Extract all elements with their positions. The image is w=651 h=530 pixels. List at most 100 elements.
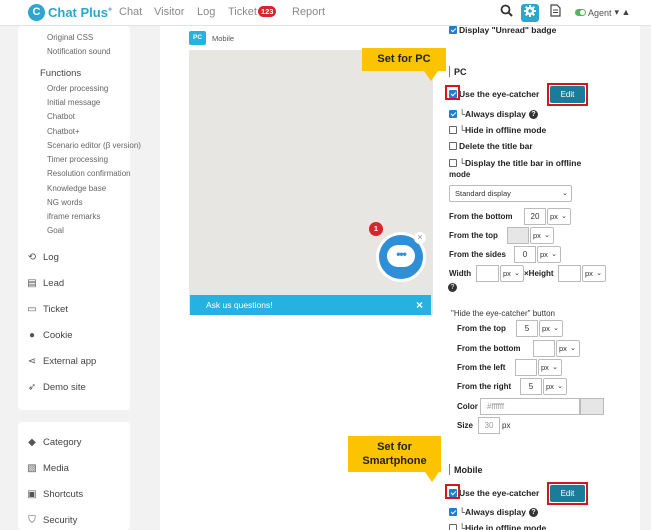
from-bottom-input[interactable]: 20 xyxy=(524,208,546,225)
sidebar-subitem[interactable]: Original CSS xyxy=(47,33,93,42)
sidebar-subitem[interactable]: iframe remarks xyxy=(47,212,100,221)
unit-select[interactable]: px ⌄ xyxy=(537,246,561,263)
color-label: Color xyxy=(457,402,478,411)
document-icon[interactable] xyxy=(546,4,564,22)
sidebar-subitem[interactable]: Resolution confirmation xyxy=(47,169,131,178)
use-eye-catcher-mobile[interactable]: Use the eye-catcher xyxy=(449,488,539,498)
sidebar-subitem[interactable]: Goal xyxy=(47,226,64,235)
height-label: ×Height xyxy=(524,269,554,278)
hide-eye-catcher-icon[interactable]: × xyxy=(414,232,426,244)
hb-from-right-label: From the right xyxy=(457,382,512,391)
unit-select[interactable]: px ⌄ xyxy=(582,265,606,282)
chat-bubble-icon: ••• xyxy=(387,245,415,267)
display-title-bar-option-cont: mode xyxy=(449,170,471,179)
hb-from-bottom-input[interactable] xyxy=(533,340,555,357)
callout-set-for-pc: Set for PC xyxy=(362,48,446,81)
highlight-checkbox-mobile xyxy=(445,484,460,499)
unit-select[interactable]: px ⌄ xyxy=(556,340,580,357)
nav-chat[interactable]: Chat xyxy=(119,6,142,18)
chevron-down-icon: ⌄ xyxy=(562,190,568,197)
highlight-edit-pc xyxy=(547,83,588,106)
height-input[interactable] xyxy=(558,265,581,282)
chat-plus-logo[interactable]: C Chat Plus+ xyxy=(28,4,112,21)
always-display-mobile-option[interactable]: └Always display? xyxy=(449,507,538,517)
unit-select[interactable]: px ⌄ xyxy=(538,359,562,376)
sidebar-item-security[interactable]: ⛉ Security xyxy=(26,515,77,526)
sidebar-subitem[interactable]: Notification sound xyxy=(47,47,111,56)
help-icon[interactable]: ? xyxy=(528,507,538,517)
search-icon[interactable] xyxy=(497,4,515,22)
checkbox[interactable] xyxy=(449,142,457,150)
unit-select[interactable]: px ⌄ xyxy=(539,320,563,337)
checkbox[interactable] xyxy=(449,524,457,530)
mobile-section-title: Mobile xyxy=(449,464,483,475)
sidebar-item-demo-site[interactable]: ➶ Demo site xyxy=(26,382,86,393)
hide-offline-option[interactable]: └Hide in offline mode xyxy=(449,125,546,135)
sidebar-functions-heading[interactable]: Functions xyxy=(40,68,81,79)
rocket-icon: ➶ xyxy=(27,382,37,393)
checkbox[interactable] xyxy=(449,126,457,134)
nav-log[interactable]: Log xyxy=(197,6,215,18)
display-mode-select[interactable]: Standard display ⌄ xyxy=(449,185,572,202)
always-display-option[interactable]: └Always display? xyxy=(449,109,538,119)
help-icon[interactable]: ? xyxy=(528,109,538,119)
close-icon[interactable]: × xyxy=(416,295,423,315)
cookie-icon: ● xyxy=(28,330,36,341)
sidebar-item-shortcuts[interactable]: ▣ Shortcuts xyxy=(26,489,83,500)
sidebar-item-ticket[interactable]: ▭ Ticket xyxy=(26,304,68,315)
delete-title-bar-option[interactable]: Delete the title bar xyxy=(449,141,533,151)
pc-section-title: PC xyxy=(449,66,467,77)
sidebar-subitem[interactable]: Knowledge base xyxy=(47,184,106,193)
nav-ticket[interactable]: Ticket 123 xyxy=(228,6,277,18)
sidebar-subitem[interactable]: Chatbot xyxy=(47,112,75,121)
from-sides-input[interactable]: 0 xyxy=(514,246,536,263)
unit-select[interactable]: px ⌄ xyxy=(547,208,571,225)
checkbox[interactable] xyxy=(449,26,457,34)
ticket-count-badge: 123 xyxy=(257,6,277,17)
ticket-icon: ▭ xyxy=(27,304,37,315)
display-title-bar-option[interactable]: └Display the title bar in offline xyxy=(449,158,581,168)
help-icon[interactable]: ? xyxy=(448,283,457,292)
unit-select[interactable]: px ⌄ xyxy=(500,265,524,282)
sidebar-item-external-app[interactable]: ⋖ External app xyxy=(26,356,97,367)
agent-status[interactable]: Agent ▾ ▲ xyxy=(575,7,630,18)
unread-badge-option[interactable]: Display "Unread" badge xyxy=(449,25,556,35)
status-toggle[interactable] xyxy=(575,9,586,16)
sidebar-item-category[interactable]: ◆ Category xyxy=(26,437,81,448)
sidebar-subitem[interactable]: NG words xyxy=(47,198,83,207)
hide-offline-mobile-option[interactable]: └Hide in offline mode xyxy=(449,523,546,530)
unit-select[interactable]: px ⌄ xyxy=(530,227,554,244)
tags-icon: ◆ xyxy=(28,437,36,448)
image-file-icon: ▧ xyxy=(27,463,37,474)
color-input[interactable]: #ffffff xyxy=(480,398,580,415)
use-eye-catcher-pc[interactable]: Use the eye-catcher xyxy=(449,89,539,99)
hb-from-bottom-label: From the bottom xyxy=(457,344,521,353)
sidebar-item-log[interactable]: ⟲ Log xyxy=(26,252,59,263)
chat-title-bar[interactable]: Ask us questions! × xyxy=(190,295,431,315)
sidebar-item-media[interactable]: ▧ Media xyxy=(26,463,69,474)
sidebar-item-cookie[interactable]: ● Cookie xyxy=(26,330,73,341)
checkbox[interactable] xyxy=(449,110,457,118)
sidebar-subitem[interactable]: Timer processing xyxy=(47,155,108,164)
checkbox[interactable] xyxy=(449,508,457,516)
hb-from-left-input[interactable] xyxy=(515,359,537,376)
sidebar-subitem[interactable]: Chatbot+ xyxy=(47,127,80,136)
gear-icon[interactable] xyxy=(521,4,539,22)
unit-select[interactable]: px ⌄ xyxy=(543,378,567,395)
nav-visitor[interactable]: Visitor xyxy=(154,6,184,18)
hb-from-top-input[interactable]: 5 xyxy=(516,320,538,337)
top-bar: C Chat Plus+ Chat Visitor Log Ticket 123 … xyxy=(0,0,651,26)
history-icon: ⟲ xyxy=(27,252,37,263)
nav-report[interactable]: Report xyxy=(292,6,325,18)
width-input[interactable] xyxy=(476,265,499,282)
sidebar-item-lead[interactable]: ▤ Lead xyxy=(26,278,64,289)
sidebar-subitem[interactable]: Initial message xyxy=(47,98,100,107)
size-input[interactable]: 30 xyxy=(478,417,500,434)
preview-tab[interactable]: PC Mobile xyxy=(189,31,234,45)
sidebar-subitem[interactable]: Order processing xyxy=(47,84,108,93)
logo-text: Chat Plus+ xyxy=(48,5,113,20)
color-swatch[interactable] xyxy=(580,398,604,415)
checkbox[interactable] xyxy=(449,159,457,167)
sidebar-subitem[interactable]: Scenario editor (β version) xyxy=(47,141,141,150)
hb-from-right-input[interactable]: 5 xyxy=(520,378,542,395)
